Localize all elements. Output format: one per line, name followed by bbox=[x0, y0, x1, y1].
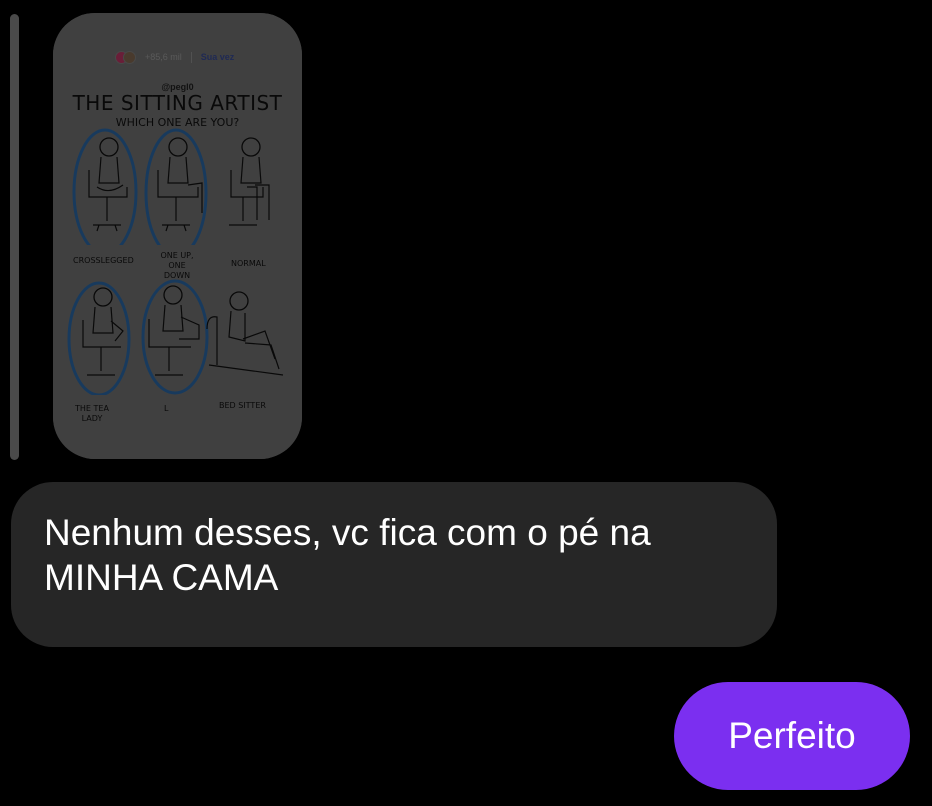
incoming-message-bubble[interactable]: Nenhum desses, vc fica com o pé na MINHA… bbox=[11, 482, 777, 647]
incoming-message-text: Nenhum desses, vc fica com o pé na MINHA… bbox=[44, 512, 651, 598]
reply-indicator-bar bbox=[10, 14, 19, 460]
caption-bed-sitter: BED SITTER bbox=[219, 401, 266, 410]
views-count: +85,6 mil bbox=[145, 52, 182, 62]
caption-normal: NORMAL bbox=[231, 259, 266, 268]
bed-sitter-figure-illustration bbox=[205, 285, 285, 405]
l-figure-illustration bbox=[139, 275, 209, 395]
divider bbox=[190, 51, 192, 63]
post-meta: +85,6 mil Sua vez bbox=[115, 51, 235, 64]
outgoing-message-text: Perfeito bbox=[728, 715, 856, 756]
crosslegged-figure-illustration bbox=[69, 125, 139, 256]
outgoing-message-bubble[interactable]: Perfeito bbox=[674, 682, 910, 790]
avatar bbox=[123, 51, 136, 64]
one-up-one-down-figure-illustration bbox=[140, 125, 210, 258]
tea-lady-figure-illustration bbox=[65, 275, 135, 397]
caption-crosslegged: CROSSLEGGED bbox=[73, 256, 134, 265]
comic-title: THE SITTING ARTIST bbox=[72, 91, 283, 115]
avatar-stack bbox=[115, 51, 139, 64]
normal-figure-illustration bbox=[211, 125, 281, 245]
caption-l: L bbox=[164, 404, 169, 413]
shared-post-card[interactable]: +85,6 mil Sua vez @pegl0 THE SITTING ART… bbox=[53, 13, 302, 459]
caption-the-tea-lady: THE TEA LADY bbox=[75, 404, 109, 423]
your-turn-link[interactable]: Sua vez bbox=[201, 52, 235, 62]
